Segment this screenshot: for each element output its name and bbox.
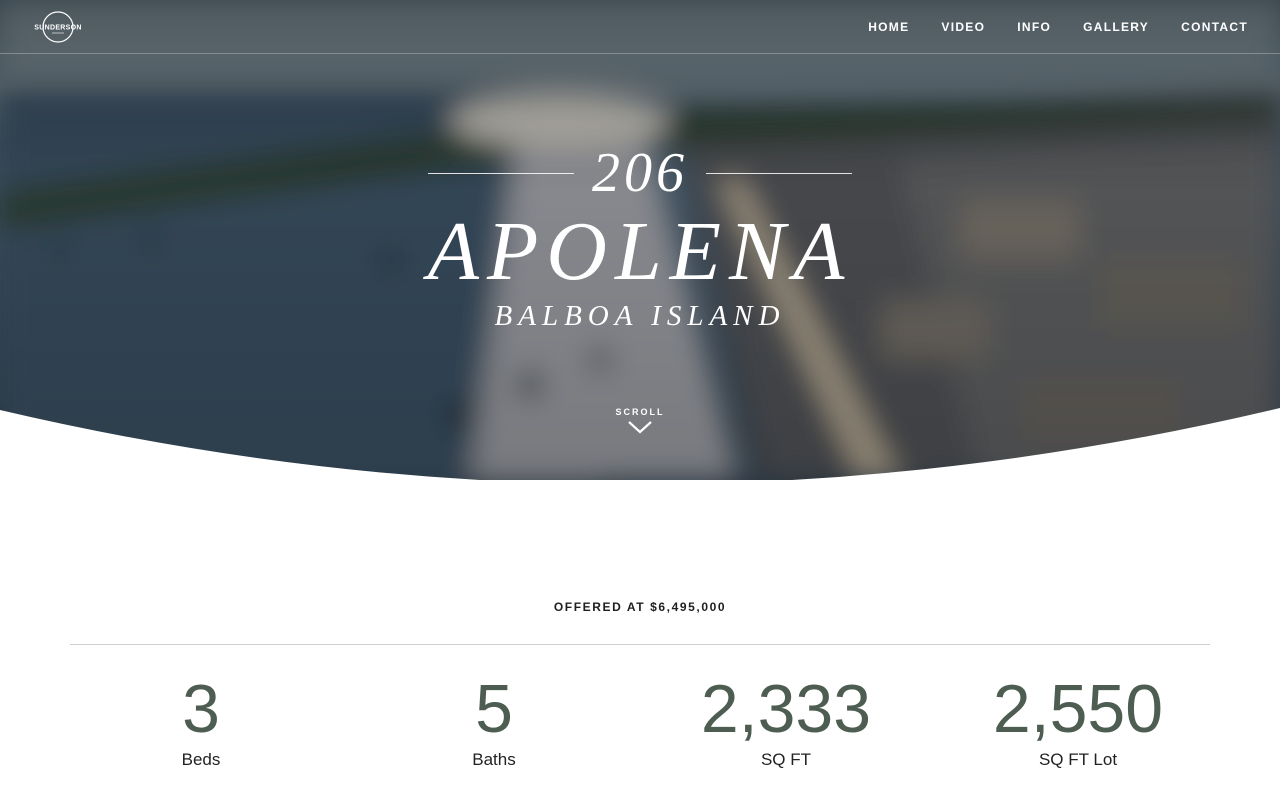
hero-section: SUNDERSON HOME VIDEO INFO GALLERY CONTAC… <box>0 0 1280 480</box>
top-navigation-bar: SUNDERSON HOME VIDEO INFO GALLERY CONTAC… <box>0 0 1280 54</box>
stat-baths: 5 Baths <box>384 670 604 770</box>
title-rule-right <box>706 173 852 174</box>
street-name: APOLENA <box>427 205 853 298</box>
scroll-label: SCROLL <box>615 407 665 417</box>
nav-gallery[interactable]: GALLERY <box>1083 20 1149 34</box>
stat-label: Beds <box>181 750 221 769</box>
scroll-button[interactable]: SCROLL <box>590 407 690 439</box>
stat-value: 3 <box>182 671 220 747</box>
main-nav: HOME VIDEO INFO GALLERY CONTACT <box>836 0 1248 54</box>
stat-lot: 2,550 SQ FT Lot <box>968 670 1188 770</box>
offered-price: OFFERED AT $6,495,000 <box>553 600 727 614</box>
address-number-row: 206 <box>428 140 852 206</box>
stat-label: Baths <box>472 750 516 769</box>
stat-value: 2,550 <box>992 671 1164 747</box>
sunderson-logo[interactable]: SUNDERSON <box>33 9 83 45</box>
stat-beds: 3 Beds <box>91 670 311 770</box>
stat-label: SQ FT <box>760 750 812 769</box>
area-name: BALBOA ISLAND <box>494 300 786 332</box>
nav-contact[interactable]: CONTACT <box>1181 20 1248 34</box>
stat-value: 2,333 <box>700 671 872 747</box>
divider <box>70 644 1210 645</box>
stat-label: SQ FT Lot <box>1038 750 1118 769</box>
nav-home[interactable]: HOME <box>868 20 909 34</box>
logo-text: SUNDERSON <box>34 25 81 32</box>
nav-info[interactable]: INFO <box>1017 20 1051 34</box>
chevron-down-icon <box>590 420 690 439</box>
stat-sqft: 2,333 SQ FT <box>676 670 896 770</box>
page: SUNDERSON HOME VIDEO INFO GALLERY CONTAC… <box>0 0 1280 800</box>
stat-value: 5 <box>475 671 513 747</box>
property-title: 206 APOLENA BALBOA ISLAND <box>0 140 1280 333</box>
property-stats: 3 Beds 5 Baths 2,333 SQ FT 2,550 SQ FT L… <box>0 670 1280 780</box>
nav-video[interactable]: VIDEO <box>941 20 985 34</box>
